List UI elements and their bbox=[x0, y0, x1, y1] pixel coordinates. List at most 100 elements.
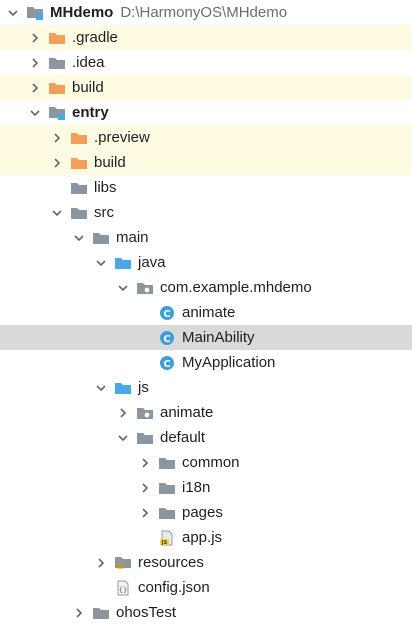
chevron-right-icon[interactable] bbox=[72, 606, 86, 620]
orange-folder-icon bbox=[48, 80, 66, 96]
chevron-right-icon[interactable] bbox=[28, 81, 42, 95]
tree-item-label: resources bbox=[138, 554, 204, 571]
chevron-down-icon[interactable] bbox=[28, 106, 42, 120]
chevron-down-icon[interactable] bbox=[72, 231, 86, 245]
class-icon: C bbox=[158, 305, 176, 321]
tree-item-label: .preview bbox=[94, 129, 150, 146]
arrow-spacer bbox=[138, 531, 152, 545]
chevron-right-icon[interactable] bbox=[28, 31, 42, 45]
tree-row[interactable]: .preview bbox=[0, 125, 412, 150]
chevron-down-icon[interactable] bbox=[50, 206, 64, 220]
chevron-down-icon[interactable] bbox=[116, 431, 130, 445]
svg-text:JS: JS bbox=[161, 540, 168, 546]
project-path: D:\HarmonyOS\MHdemo bbox=[120, 4, 288, 21]
chevron-right-icon[interactable] bbox=[50, 156, 64, 170]
tree-row[interactable]: build bbox=[0, 150, 412, 175]
class-icon: C bbox=[158, 355, 176, 371]
tree-row[interactable]: C MyApplication bbox=[0, 350, 412, 375]
chevron-down-icon[interactable] bbox=[6, 6, 20, 20]
tree-row[interactable]: C MainAbility bbox=[0, 325, 412, 350]
tree-row[interactable]: entry bbox=[0, 100, 412, 125]
tree-item-label: default bbox=[160, 429, 206, 446]
tree-row[interactable]: com.example.mhdemo bbox=[0, 275, 412, 300]
orange-folder-icon bbox=[48, 30, 66, 46]
chevron-right-icon[interactable] bbox=[138, 481, 152, 495]
arrow-spacer bbox=[50, 181, 64, 195]
tree-item-label: MyApplication bbox=[182, 354, 276, 371]
tree-item-label: animate bbox=[160, 404, 214, 421]
chevron-down-icon[interactable] bbox=[116, 281, 130, 295]
svg-text:{}: {} bbox=[119, 586, 127, 594]
tree-item-label: libs bbox=[94, 179, 117, 196]
tree-item-label: entry bbox=[72, 104, 109, 121]
tree-item-label: MainAbility bbox=[182, 329, 255, 346]
tree-row[interactable]: pages bbox=[0, 500, 412, 525]
chevron-right-icon[interactable] bbox=[116, 406, 130, 420]
chevron-down-icon[interactable] bbox=[94, 256, 108, 270]
tree-item-label: .gradle bbox=[72, 29, 118, 46]
gray-folder-icon bbox=[158, 455, 176, 471]
module-folder-icon bbox=[48, 105, 66, 121]
tree-row[interactable]: i18n bbox=[0, 475, 412, 500]
gray-folder-icon bbox=[158, 480, 176, 496]
chevron-down-icon[interactable] bbox=[94, 381, 108, 395]
tree-item-label: MHdemo bbox=[50, 4, 114, 21]
chevron-right-icon[interactable] bbox=[138, 506, 152, 520]
blue-folder-icon bbox=[114, 255, 132, 271]
tree-item-label: com.example.mhdemo bbox=[160, 279, 312, 296]
tree-item-label: i18n bbox=[182, 479, 211, 496]
package-icon bbox=[136, 405, 154, 421]
orange-folder-icon bbox=[70, 155, 88, 171]
tree-row[interactable]: main bbox=[0, 225, 412, 250]
chevron-right-icon[interactable] bbox=[138, 456, 152, 470]
js-file-icon: JS bbox=[158, 530, 176, 546]
gray-folder-icon bbox=[92, 230, 110, 246]
chevron-right-icon[interactable] bbox=[28, 56, 42, 70]
json-file-icon: {} bbox=[114, 580, 132, 596]
gray-folder-icon bbox=[70, 180, 88, 196]
tree-item-label: pages bbox=[182, 504, 223, 521]
tree-row[interactable]: java bbox=[0, 250, 412, 275]
tree-item-label: java bbox=[138, 254, 166, 271]
tree-row[interactable]: resources bbox=[0, 550, 412, 575]
arrow-spacer bbox=[94, 581, 108, 595]
tree-item-label: .idea bbox=[72, 54, 105, 71]
tree-row[interactable]: ohosTest bbox=[0, 600, 412, 625]
tree-item-label: build bbox=[72, 79, 104, 96]
tree-row[interactable]: build bbox=[0, 75, 412, 100]
svg-text:C: C bbox=[163, 309, 170, 320]
gray-folder-icon bbox=[158, 505, 176, 521]
tree-row[interactable]: Canimate bbox=[0, 300, 412, 325]
tree-item-label: js bbox=[138, 379, 149, 396]
chevron-right-icon[interactable] bbox=[94, 556, 108, 570]
orange-folder-icon bbox=[70, 130, 88, 146]
tree-row[interactable]: JS app.js bbox=[0, 525, 412, 550]
svg-text:C: C bbox=[163, 334, 170, 345]
project-tree: MHdemo D:\HarmonyOS\MHdemo .gradle .idea bui… bbox=[0, 0, 412, 625]
chevron-right-icon[interactable] bbox=[50, 131, 64, 145]
tree-row[interactable]: .gradle bbox=[0, 25, 412, 50]
tree-item-label: config.json bbox=[138, 579, 210, 596]
tree-row[interactable]: common bbox=[0, 450, 412, 475]
module-folder-icon bbox=[26, 5, 44, 21]
resources-folder-icon bbox=[114, 555, 132, 571]
tree-item-label: main bbox=[116, 229, 149, 246]
tree-row[interactable]: default bbox=[0, 425, 412, 450]
tree-row[interactable]: MHdemo D:\HarmonyOS\MHdemo bbox=[0, 0, 412, 25]
package-icon bbox=[136, 280, 154, 296]
arrow-spacer bbox=[138, 306, 152, 320]
arrow-spacer bbox=[138, 331, 152, 345]
gray-folder-icon bbox=[70, 205, 88, 221]
tree-row[interactable]: libs bbox=[0, 175, 412, 200]
blue-folder-icon bbox=[114, 380, 132, 396]
tree-row[interactable]: animate bbox=[0, 400, 412, 425]
tree-row[interactable]: js bbox=[0, 375, 412, 400]
tree-item-label: src bbox=[94, 204, 114, 221]
gray-folder-icon bbox=[92, 605, 110, 621]
gray-folder-icon bbox=[136, 430, 154, 446]
tree-item-label: app.js bbox=[182, 529, 223, 546]
tree-row[interactable]: .idea bbox=[0, 50, 412, 75]
tree-item-label: common bbox=[182, 454, 240, 471]
tree-row[interactable]: src bbox=[0, 200, 412, 225]
tree-row[interactable]: {} config.json bbox=[0, 575, 412, 600]
